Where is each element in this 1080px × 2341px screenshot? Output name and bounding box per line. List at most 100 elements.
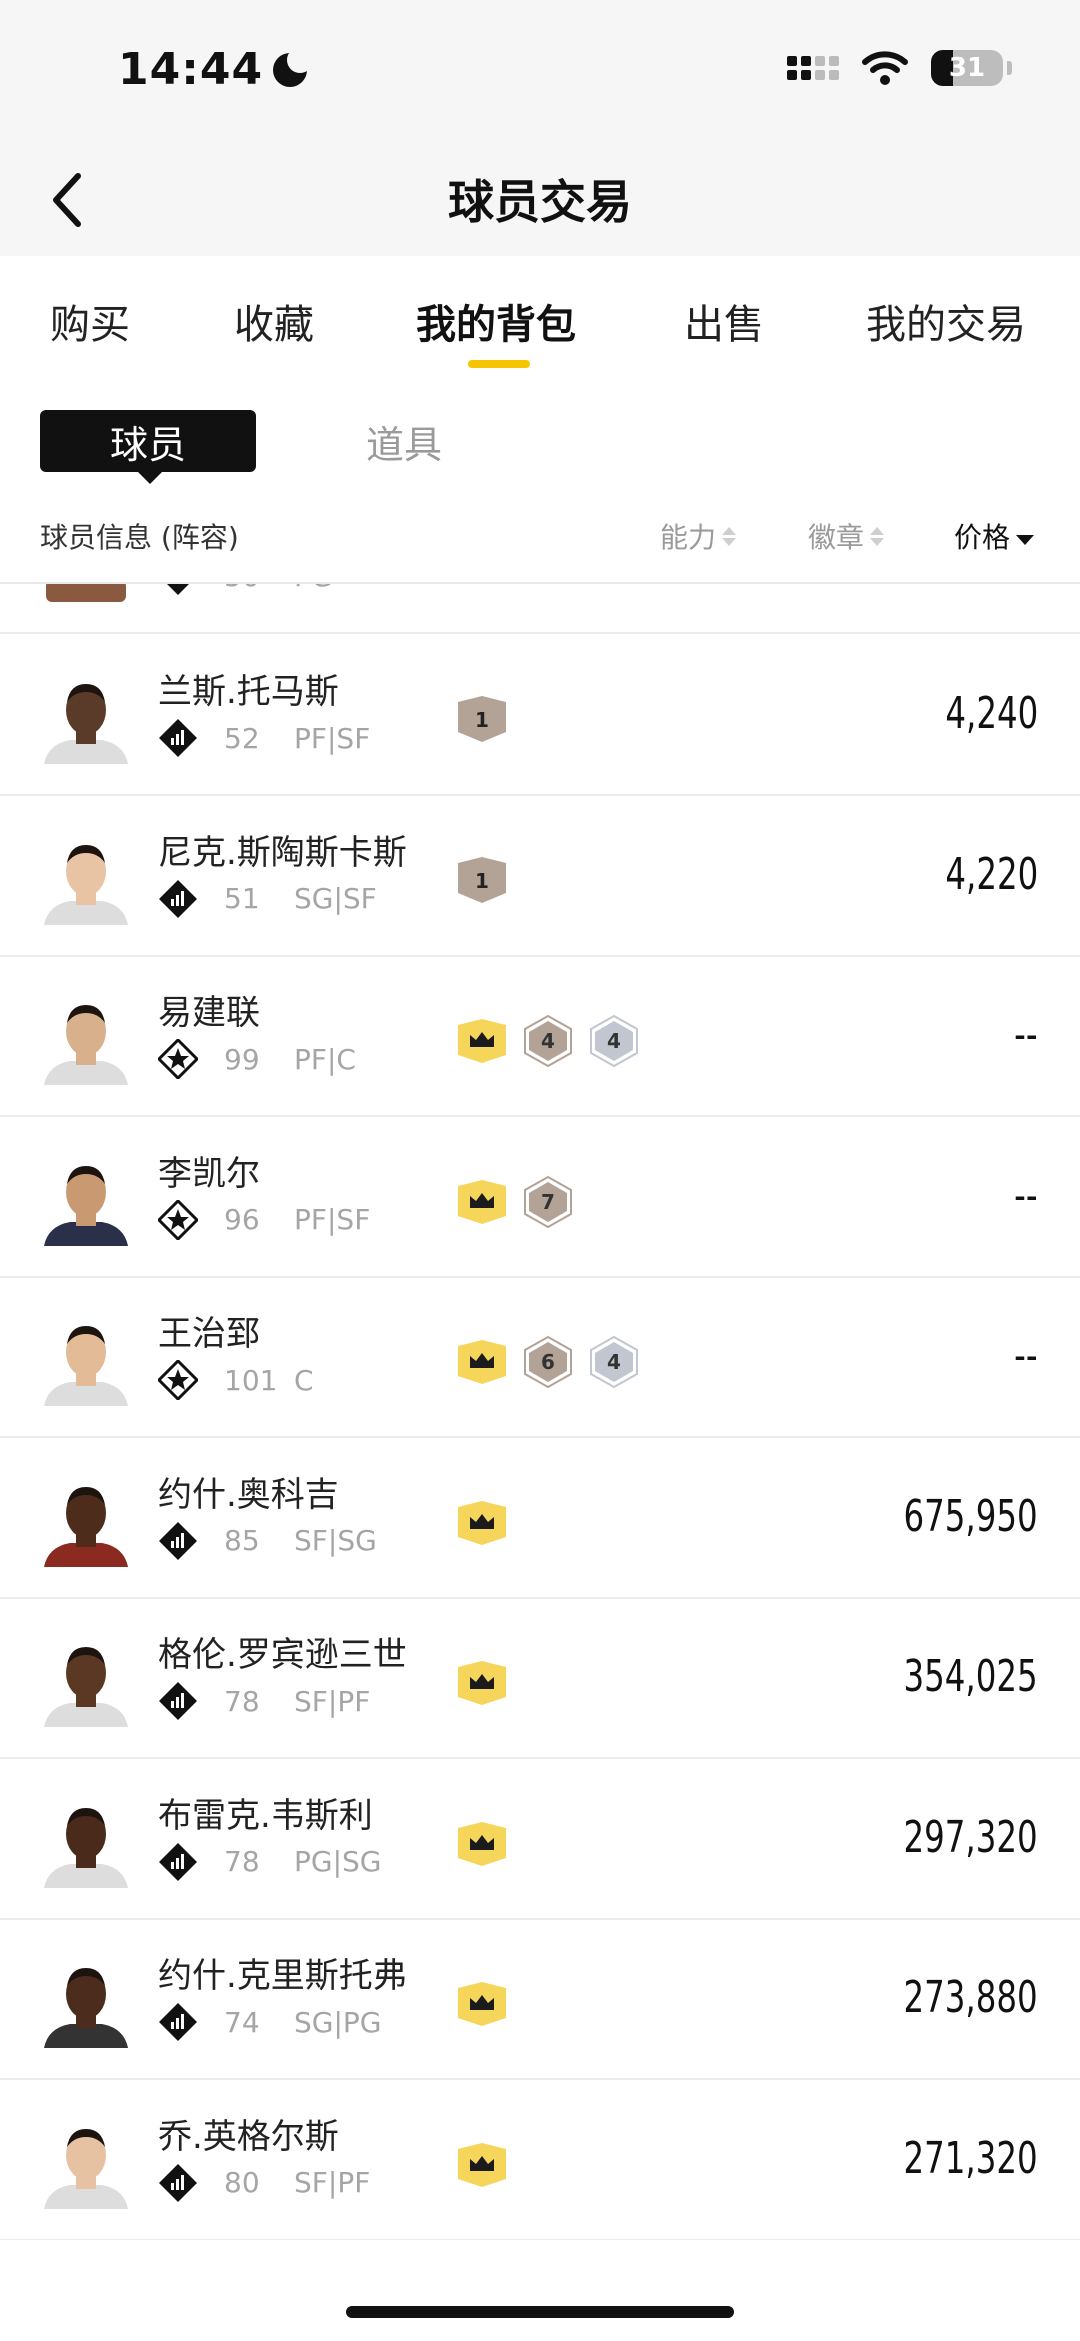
crown-badge-icon [458, 1019, 506, 1063]
player-position: PF|SF [294, 721, 371, 755]
player-position: PG|SG [294, 1845, 382, 1878]
player-position: PF|SF [294, 1203, 371, 1236]
player-meta: 80 SF|PF [158, 2163, 370, 2203]
bronze-hex-badge-icon: 4 [524, 1015, 572, 1067]
player-position: SF|PF [294, 1684, 371, 1718]
badge-label: 6 [541, 1350, 555, 1374]
list-item[interactable]: 王治郅 101 C 6 4 -- [0, 1278, 1080, 1438]
player-position: SF|SG [294, 1524, 377, 1557]
player-badges: 7 [456, 1175, 574, 1228]
rank-bars-icon [159, 1682, 197, 1720]
list-item[interactable]: 兰斯.托马斯 52 PF|SF 1 4,240 [0, 636, 1080, 796]
tab-favorites[interactable]: 收藏 [234, 292, 314, 350]
player-rating: 101 [224, 1363, 278, 1397]
player-rating: 78 [224, 1684, 260, 1718]
subtab-players[interactable]: 球员 [40, 410, 256, 484]
player-name: 格伦.罗宾逊三世 [158, 1635, 407, 1675]
player-meta: 78 PG|SG [158, 1842, 382, 1882]
player-price: 273,880 [903, 1972, 1038, 2023]
list-item[interactable]: 李凯尔 96 PF|SF 7 -- [0, 1118, 1080, 1278]
rank-bronze-icon [167, 584, 189, 595]
player-badges [456, 1818, 508, 1870]
active-tab-indicator [468, 360, 530, 368]
list-item[interactable]: 乔.英格尔斯 80 SF|PF 271,320 [0, 2081, 1080, 2240]
rank-bars-icon [159, 879, 197, 918]
tab-sell[interactable]: 出售 [684, 292, 764, 350]
level-badge-icon: 1 [458, 856, 506, 903]
subtab-props[interactable]: 道具 [366, 414, 442, 469]
list-item[interactable]: 约什.克里斯托弗 74 SG|PG 273,880 [0, 1920, 1080, 2080]
list-item[interactable]: 格伦.罗宾逊三世 78 SF|PF 354,025 [0, 1599, 1080, 1759]
player-avatar [44, 684, 128, 764]
home-indicator [346, 2306, 734, 2318]
player-price: 4,220 [945, 848, 1038, 900]
player-avatar [44, 1807, 128, 1888]
badge-label: 4 [541, 1029, 555, 1053]
player-rating: 50 [224, 584, 286, 593]
main-tabs: 购买 收藏 我的背包 出售 我的交易 [0, 256, 1080, 376]
player-price: -- [1014, 1330, 1038, 1381]
rank-bars-icon [159, 2003, 197, 2041]
badge-label: 1 [475, 708, 489, 732]
player-badges: 1 [456, 855, 508, 907]
player-meta: 52 PF|SF [158, 718, 370, 758]
page-title: 球员交易 [448, 175, 632, 229]
sort-ability[interactable]: 能力 [660, 516, 737, 556]
tab-my-trades[interactable]: 我的交易 [866, 292, 1026, 350]
player-avatar [44, 1005, 128, 1085]
status-indicators: 31 [787, 50, 1012, 86]
tab-buy[interactable]: 购买 [50, 292, 130, 350]
player-name: 李凯尔 [158, 1153, 260, 1194]
player-position: PF|C [294, 1042, 356, 1076]
bronze-hex-badge-icon: 7 [524, 1175, 572, 1228]
list-item[interactable]: 约什.奥科吉 85 SF|SG 675,950 [0, 1439, 1080, 1599]
crown-badge-icon [458, 1821, 506, 1866]
sort-ability-label: 能力 [660, 521, 717, 554]
sort-price[interactable]: 价格 [954, 516, 1035, 556]
moon-icon [273, 46, 314, 87]
sort-price-label: 价格 [954, 521, 1011, 554]
wifi-icon [862, 51, 908, 85]
rank-bars-icon [159, 719, 197, 757]
player-meta: 85 SF|SG [158, 1521, 377, 1561]
silver-hex-badge-icon: 4 [590, 1336, 638, 1388]
player-name: 布雷克.韦斯利 [158, 1795, 373, 1836]
tab-my-backpack[interactable]: 我的背包 [416, 292, 576, 350]
player-avatar [44, 2128, 128, 2209]
player-position: SG|SF [294, 882, 377, 915]
player-rating: 51 [224, 882, 260, 915]
player-badges [456, 1657, 508, 1709]
player-badges [456, 1497, 508, 1549]
status-bar: 14:44 31 [0, 0, 1080, 140]
player-rating: 80 [224, 2166, 260, 2199]
sort-badge[interactable]: 徽章 [808, 516, 885, 556]
player-price: 297,320 [903, 1811, 1038, 1863]
player-list[interactable]: 50 PG 兰斯.托马斯 52 PF|SF 1 4,240 尼克.斯陶斯卡斯 51 SG|SF… [0, 584, 1080, 2240]
player-badges: 44 [456, 1015, 640, 1067]
player-badges [456, 2139, 508, 2191]
rank-star-icon [158, 1039, 198, 1079]
player-price: 4,240 [945, 688, 1038, 739]
list-item[interactable]: 尼克.斯陶斯卡斯 51 SG|SF 1 4,220 [0, 797, 1080, 957]
player-name: 乔.英格尔斯 [158, 2116, 339, 2157]
rank-bars-icon [159, 1521, 197, 1560]
player-position: C [294, 1363, 314, 1397]
crown-badge-icon [458, 1982, 506, 2026]
crown-badge-icon [458, 1500, 506, 1545]
cellular-signal-icon [787, 56, 839, 80]
player-badges: 64 [456, 1336, 640, 1388]
list-item[interactable]: 易建联 99 PF|C 4 4 -- [0, 957, 1080, 1117]
list-item[interactable]: 布雷克.韦斯利 78 PG|SG 297,320 [0, 1760, 1080, 1920]
player-rating: 52 [224, 721, 260, 755]
player-position: PG [294, 584, 333, 593]
list-item-partial[interactable]: 50 PG [0, 584, 1080, 634]
sort-arrows-icon [870, 526, 885, 546]
badge-label: 7 [541, 1190, 555, 1214]
rank-star-icon [158, 1360, 198, 1400]
player-price: 354,025 [903, 1651, 1038, 1702]
sort-arrows-icon [722, 526, 737, 546]
player-price: 271,320 [903, 2132, 1038, 2184]
player-price: 675,950 [903, 1490, 1038, 1542]
crown-badge-icon [458, 1661, 506, 1705]
silver-hex-badge-icon: 4 [590, 1015, 638, 1067]
